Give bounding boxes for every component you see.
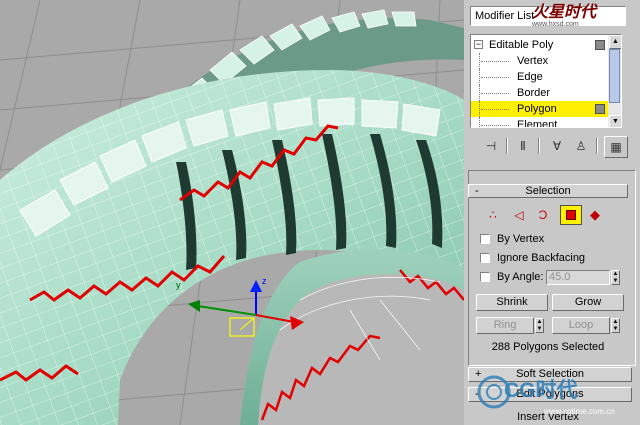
collapse-icon: -	[475, 185, 479, 197]
viewport-perspective[interactable]: z y	[0, 0, 464, 425]
svg-text:y: y	[176, 280, 181, 290]
selection-rollout-header[interactable]: - Selection	[468, 184, 628, 198]
scroll-down-icon[interactable]: ▼	[609, 115, 621, 127]
watermark-url: www.cgtime.com.cn	[544, 407, 615, 416]
ring-button[interactable]: Ring	[476, 317, 534, 334]
scroll-up-icon[interactable]: ▲	[609, 35, 621, 49]
stack-item-label: Polygon	[517, 103, 557, 115]
by-vertex-checkbox[interactable]	[480, 234, 490, 244]
angle-spinner[interactable]: ▲ ▼	[611, 270, 620, 285]
rollout-title: Selection	[525, 185, 571, 197]
make-unique-icon[interactable]: ∀	[546, 136, 568, 156]
polygon-icon[interactable]	[560, 205, 582, 225]
stack-item-label: Edge	[517, 71, 543, 83]
cgtime-watermark: CG时代 www.cgtime.com.cn	[474, 372, 632, 422]
shrink-button[interactable]: Shrink	[476, 294, 548, 311]
expand-toggle-icon[interactable]: −	[474, 40, 483, 49]
vertex-icon[interactable]: ∴	[482, 205, 504, 225]
angle-threshold-field[interactable]: 45.0	[546, 270, 610, 285]
stack-item-element[interactable]: Element	[471, 117, 609, 128]
scroll-thumb[interactable]	[609, 49, 620, 103]
by-angle-label: By Angle:	[497, 271, 544, 283]
modifier-stack-list[interactable]: − Editable Poly Vertex Edge Border Polyg…	[470, 34, 622, 128]
selection-rollout	[468, 170, 636, 366]
remove-modifier-icon[interactable]: ♙	[570, 136, 592, 156]
selection-status-text: 288 Polygons Selected	[491, 341, 605, 353]
stack-item-border[interactable]: Border	[471, 85, 609, 101]
stack-item-edge[interactable]: Edge	[471, 69, 609, 85]
ring-spinner[interactable]: ▲ ▼	[535, 318, 544, 333]
svg-text:z: z	[262, 276, 267, 286]
stack-item-polygon[interactable]: Polygon	[471, 101, 609, 117]
element-icon[interactable]: ◆	[584, 205, 606, 225]
stack-item-vertex[interactable]: Vertex	[471, 53, 609, 69]
command-panel-modify: Modifier List 火星时代 www.hxsd.com − Editab…	[464, 0, 640, 425]
pin-stack-icon[interactable]: ⊣	[480, 136, 502, 156]
configure-modifier-sets-icon[interactable]: ▦	[604, 136, 628, 158]
stack-item-label: Editable Poly	[489, 39, 554, 51]
stack-item-label: Element	[517, 119, 558, 128]
border-icon[interactable]: Ɔ	[532, 205, 554, 225]
ignore-backfacing-checkbox[interactable]	[480, 253, 490, 263]
modifier-toggle-icon[interactable]	[595, 40, 605, 50]
subobject-toggle-icon[interactable]	[595, 104, 605, 114]
modifier-list-label: Modifier List	[475, 10, 535, 22]
watermark-logo-url: www.hxsd.com	[532, 21, 579, 28]
loop-spinner[interactable]: ▲ ▼	[611, 318, 620, 333]
stack-item-label: Border	[517, 87, 551, 99]
stack-scrollbar[interactable]: ▲ ▼	[608, 35, 621, 127]
stack-item-editable-poly[interactable]: − Editable Poly	[471, 37, 609, 53]
by-angle-checkbox[interactable]	[480, 272, 490, 282]
tire-model-render: z y	[0, 0, 464, 425]
modifier-stack-toolbar: ⊣ Ⅱ ∀ ♙ ▦	[470, 136, 632, 158]
loop-button[interactable]: Loop	[552, 317, 610, 334]
grow-button[interactable]: Grow	[552, 294, 624, 311]
edge-icon[interactable]: ◁	[508, 205, 530, 225]
ignore-backfacing-label: Ignore Backfacing	[497, 252, 586, 264]
show-end-result-icon[interactable]: Ⅱ	[512, 136, 534, 156]
watermark-brand: CG时代	[504, 379, 578, 402]
by-vertex-label: By Vertex	[497, 233, 545, 245]
stack-item-label: Vertex	[517, 55, 549, 67]
